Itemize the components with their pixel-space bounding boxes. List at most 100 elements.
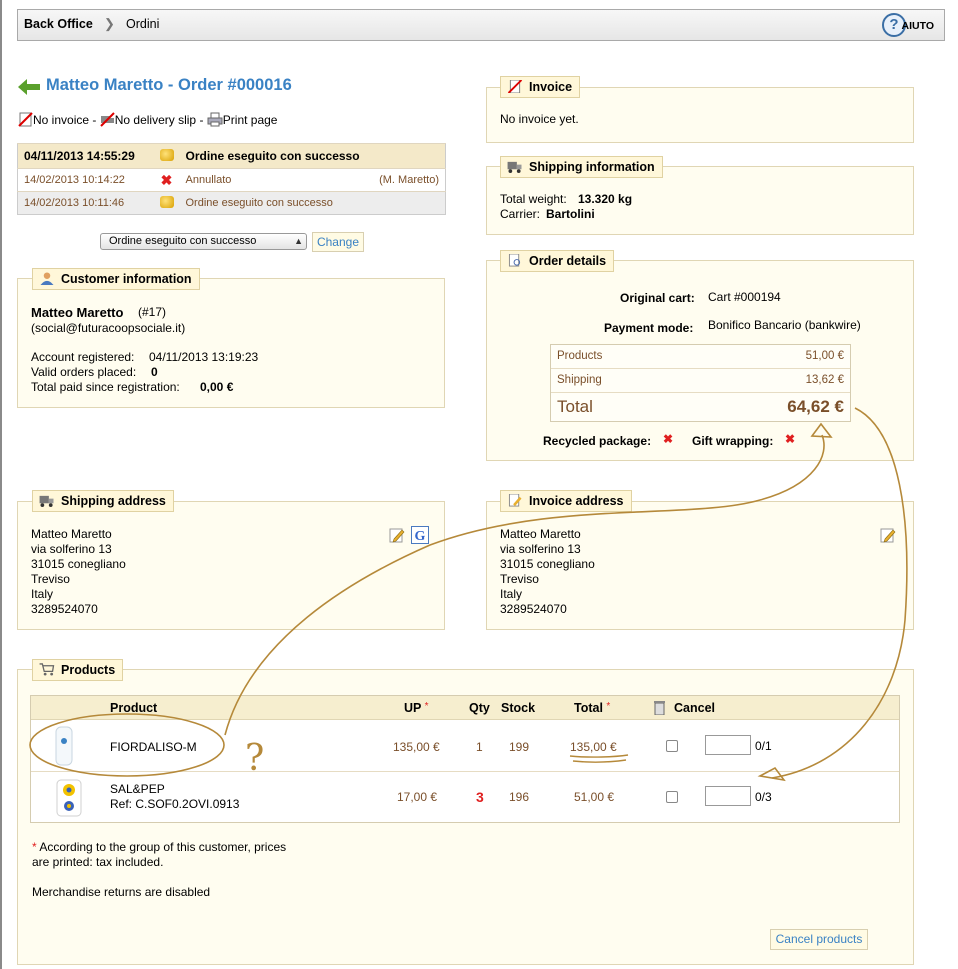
address-line: 31015 conegliano	[500, 557, 595, 571]
user-icon	[40, 272, 54, 285]
customer-id: (#17)	[138, 305, 167, 319]
product-name[interactable]: SAL&PEP	[110, 782, 165, 796]
edit-pencil-icon[interactable]	[389, 527, 405, 543]
product-reference: Ref: C.SOF0.2OVI.0913	[110, 797, 240, 811]
truck-icon	[507, 161, 522, 173]
carrier-label: Carrier:	[500, 207, 541, 221]
link-separator: -	[92, 113, 97, 127]
price-note-line2: are printed: tax included.	[32, 855, 164, 869]
history-date: 14/02/2013 10:14:22	[17, 168, 154, 192]
invoice-address-panel: Matteo Maretto via solferino 13 31015 co…	[486, 501, 914, 630]
breadcrumb-back-office[interactable]: Back Office	[24, 17, 93, 31]
document-search-icon	[508, 254, 521, 267]
totals-row: Products 51,00 €	[551, 345, 850, 369]
history-by	[370, 143, 446, 169]
history-status: Ordine eseguito con successo	[179, 191, 371, 215]
cancel-checkbox[interactable]	[666, 791, 678, 803]
history-by	[370, 191, 446, 215]
status-select-value: Ordine eseguito con successo	[109, 235, 257, 247]
link-separator: -	[199, 113, 204, 127]
registered-value: 04/11/2013 13:19:23	[149, 350, 259, 364]
address-line: Matteo Maretto	[31, 527, 112, 541]
weight-label: Total weight:	[500, 192, 567, 206]
product-unit-price: 17,00 €	[397, 790, 438, 804]
valid-orders-label: Valid orders placed:	[31, 365, 137, 379]
recycled-label: Recycled package:	[543, 434, 652, 448]
page-title: Matteo Maretto - Order #000016	[46, 76, 292, 94]
products-table: Product UP * Qty Stock Total * Cancel FI…	[30, 695, 900, 823]
invoice-status: No invoice yet.	[500, 112, 579, 126]
order-details-legend: Order details	[500, 250, 615, 272]
products-legend: Products	[32, 659, 124, 681]
table-row: SAL&PEP Ref: C.SOF0.2OVI.0913 17,00 € 3 …	[31, 772, 899, 823]
no-delivery-text: No delivery slip	[114, 113, 197, 127]
price-note: * According to the group of this custome…	[32, 840, 287, 854]
col-qty: Qty	[469, 701, 490, 715]
shipping-info-legend: Shipping information	[500, 156, 663, 178]
product-unit-price: 135,00 €	[393, 740, 440, 754]
cancel-qty-input[interactable]	[705, 735, 751, 755]
order-status-history: 04/11/2013 14:55:29 Ordine eseguito con …	[17, 143, 446, 215]
coins-icon	[159, 195, 174, 208]
gift-no-icon: ✖	[785, 432, 796, 446]
product-thumbnail[interactable]	[51, 776, 87, 818]
products-value: 51,00 €	[805, 350, 844, 362]
svg-text:G: G	[415, 529, 426, 544]
select-arrows-icon: ▲	[294, 236, 303, 246]
original-cart-value[interactable]: Cart #000194	[708, 290, 781, 305]
no-invoice-icon	[18, 112, 33, 127]
history-status: Ordine eseguito con successo	[179, 143, 371, 169]
shipping-label: Shipping	[557, 374, 602, 386]
address-line: Italy	[500, 587, 523, 601]
history-date: 14/02/2013 10:11:46	[17, 191, 154, 215]
edit-pencil-icon[interactable]	[880, 527, 896, 543]
product-thumbnail[interactable]	[46, 725, 82, 767]
order-totals: Products 51,00 € Shipping 13,62 € Total …	[550, 344, 851, 422]
invoice-address-legend: Invoice address	[500, 490, 632, 512]
cart-icon	[39, 663, 55, 676]
address-line: Treviso	[500, 572, 539, 586]
address-line: 3289524070	[500, 602, 567, 616]
history-status: Annullato	[179, 168, 371, 192]
total-label: Total	[557, 397, 593, 416]
cancel-x-icon: ✖	[160, 171, 173, 188]
recycled-no-icon: ✖	[663, 432, 674, 446]
products-table-header: Product UP * Qty Stock Total * Cancel	[31, 696, 899, 720]
col-unit-price: UP *	[404, 701, 429, 715]
carrier-value: Bartolini	[546, 207, 595, 221]
address-line: via solferino 13	[500, 542, 581, 556]
print-page-link[interactable]: Print page	[223, 113, 278, 127]
total-paid-label: Total paid since registration:	[31, 380, 180, 394]
window-edge	[0, 0, 2, 969]
history-date: 04/11/2013 14:55:29	[17, 143, 154, 169]
no-invoice-icon	[507, 80, 523, 93]
product-qty: 3	[476, 789, 484, 805]
chevron-right-icon: ❯	[104, 16, 115, 31]
cancel-qty-input[interactable]	[705, 786, 751, 806]
shipping-address-panel: Matteo Maretto via solferino 13 31015 co…	[17, 501, 445, 630]
no-invoice-text: No invoice	[33, 113, 90, 127]
google-maps-icon[interactable]: G	[411, 526, 429, 544]
address-line: 3289524070	[31, 602, 98, 616]
shipping-address-legend: Shipping address	[32, 490, 174, 512]
total-paid-value: 0,00 €	[200, 380, 234, 394]
product-total: 135,00 €	[570, 740, 617, 754]
address-line: Italy	[31, 587, 54, 601]
cancel-products-button[interactable]: Cancel products	[770, 929, 868, 950]
customer-email[interactable]: (social@futuracoopsociale.it)	[31, 321, 185, 336]
help-button[interactable]: AIUTO	[902, 20, 934, 32]
returned-count: 0/3	[755, 790, 772, 804]
invoice-legend: Invoice	[500, 76, 581, 98]
change-status-button[interactable]: Change	[312, 232, 364, 252]
order-status-select[interactable]: Ordine eseguito con successo ▲	[100, 233, 307, 250]
col-total: Total *	[574, 701, 611, 715]
col-stock: Stock	[501, 701, 536, 715]
back-arrow-icon[interactable]	[18, 79, 40, 95]
printer-icon[interactable]	[207, 112, 223, 127]
payment-mode-label: Payment mode:	[604, 321, 694, 335]
cancel-checkbox[interactable]	[666, 740, 678, 752]
address-line: 31015 conegliano	[31, 557, 126, 571]
product-name[interactable]: FIORDALISO-M	[110, 740, 197, 754]
address-line: Matteo Maretto	[500, 527, 581, 541]
customer-info-legend: Customer information	[32, 268, 200, 290]
